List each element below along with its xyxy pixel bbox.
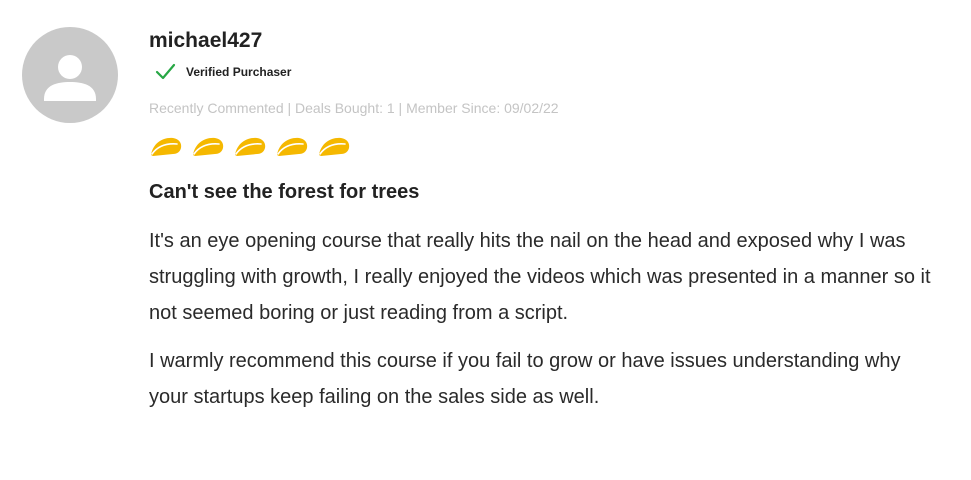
- user-silhouette-icon: [44, 55, 96, 101]
- rating-tacos: [149, 133, 939, 159]
- review-paragraph: I warmly recommend this course if you fa…: [149, 350, 901, 408]
- verified-label: Verified Purchaser: [186, 65, 292, 79]
- review-paragraph: It's an eye opening course that really h…: [149, 230, 931, 324]
- verified-badge: Verified Purchaser: [149, 62, 939, 82]
- review-title: Can't see the forest for trees: [149, 181, 420, 203]
- review-card: michael427 Verified Purchaser Recently C…: [0, 0, 971, 480]
- avatar[interactable]: [22, 27, 118, 123]
- reviewer-username[interactable]: michael427: [149, 27, 939, 55]
- reviewer-meta: Recently Commented | Deals Bought: 1 | M…: [149, 100, 559, 116]
- taco-icon: [235, 137, 266, 156]
- taco-icon: [151, 137, 182, 156]
- taco-icon: [319, 137, 350, 156]
- review-body: It's an eye opening course that really h…: [149, 223, 939, 415]
- taco-icon: [193, 137, 224, 156]
- taco-icon: [277, 137, 308, 156]
- checkmark-icon: [155, 63, 176, 80]
- review-content: michael427 Verified Purchaser Recently C…: [149, 27, 939, 427]
